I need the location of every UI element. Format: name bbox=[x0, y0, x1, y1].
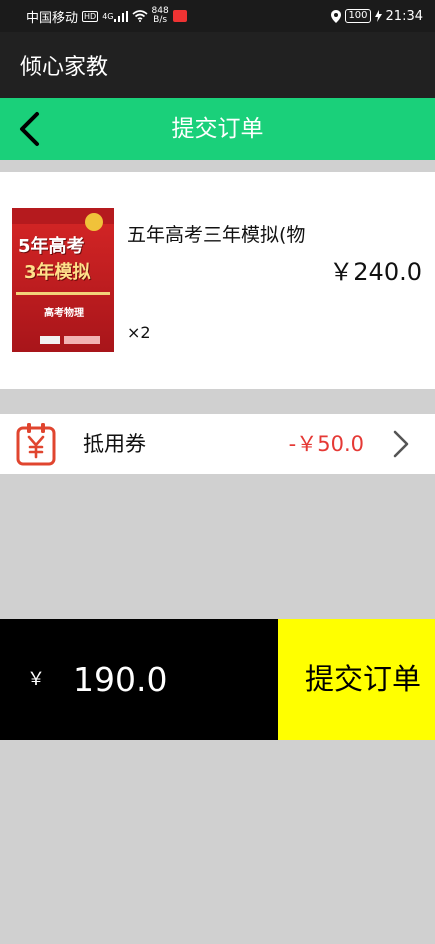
app-title: 倾心家教 bbox=[20, 55, 109, 80]
product-cover-image: 5年高考 3年模拟 高考物理 bbox=[12, 208, 114, 352]
wifi-icon bbox=[131, 10, 148, 22]
app-bar: 倾心家教 bbox=[0, 32, 435, 98]
cover-subject: 高考物理 bbox=[44, 308, 84, 319]
coupon-row[interactable]: 抵用券 -￥50.0 bbox=[0, 414, 435, 474]
order-item: 5年高考 3年模拟 高考物理 五年高考三年模拟(物 ￥240.0 ×2 bbox=[0, 172, 435, 389]
location-icon bbox=[331, 9, 342, 23]
cellular-signal-icon: 4G bbox=[102, 10, 128, 22]
product-quantity: ×2 bbox=[127, 323, 151, 342]
page-header: 提交订单 bbox=[0, 98, 435, 160]
net-speed: 848 B/s bbox=[152, 7, 169, 25]
charging-icon bbox=[374, 10, 382, 22]
carrier-name: 中国移动 bbox=[26, 10, 79, 26]
net-speed-unit: B/s bbox=[153, 15, 168, 25]
back-button[interactable] bbox=[6, 106, 52, 152]
chevron-left-icon bbox=[20, 112, 39, 146]
status-left: 中国移动 HD 4G 848 B/s bbox=[26, 7, 187, 26]
coupon-clipboard-icon bbox=[16, 422, 56, 466]
status-right: 100 21:34 bbox=[331, 9, 423, 24]
battery-icon: 100 bbox=[345, 9, 371, 23]
total-amount: 190.0 bbox=[73, 660, 168, 699]
submit-order-button[interactable]: 提交订单 bbox=[278, 619, 435, 740]
notification-app-icon bbox=[172, 10, 187, 22]
clock: 21:34 bbox=[385, 8, 423, 24]
checkout-bar: ￥ 190.0 提交订单 bbox=[0, 619, 435, 740]
product-name: 五年高考三年模拟(物 bbox=[127, 224, 306, 246]
order-total: ￥ 190.0 bbox=[0, 619, 278, 740]
currency-symbol: ￥ bbox=[27, 669, 45, 690]
chevron-right-icon bbox=[391, 430, 411, 458]
status-bar: 中国移动 HD 4G 848 B/s 100 21:34 bbox=[0, 0, 435, 32]
page-title: 提交订单 bbox=[171, 116, 264, 142]
product-price: ￥240.0 bbox=[329, 258, 422, 286]
cover-title-line2: 3年模拟 bbox=[24, 262, 91, 283]
cover-title-line1: 5年高考 bbox=[18, 236, 85, 257]
hd-icon: HD bbox=[82, 10, 99, 22]
network-type: 4G bbox=[102, 11, 114, 21]
coupon-label: 抵用券 bbox=[83, 432, 146, 456]
coupon-discount-value: -￥50.0 bbox=[288, 432, 364, 456]
